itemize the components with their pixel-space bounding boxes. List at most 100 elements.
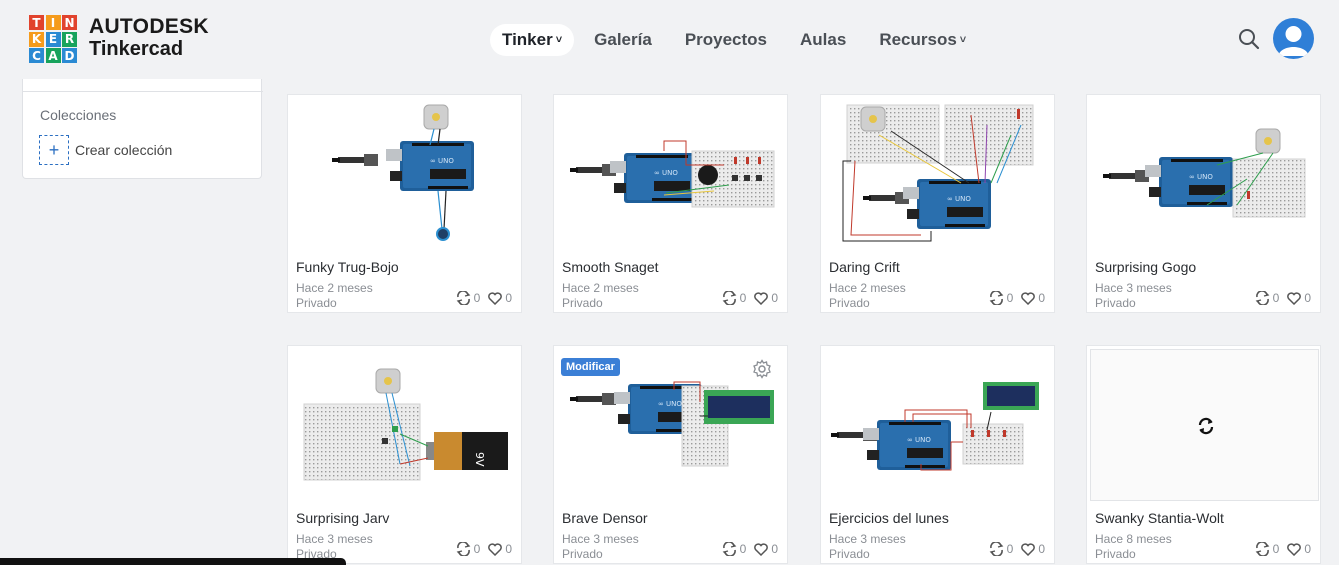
design-card[interactable]: Funky Trug-Bojo Hace 2 meses Privado 0 0 [287, 94, 522, 313]
nav-aulas[interactable]: Aulas [788, 24, 858, 56]
remix-count[interactable]: 0 [989, 291, 1013, 305]
collections-heading: Colecciones [40, 107, 117, 123]
remix-count[interactable]: 0 [989, 542, 1013, 556]
user-avatar-icon[interactable] [1273, 18, 1314, 59]
tinkercad-logo[interactable]: TIN KER CAD [29, 15, 77, 63]
heart-icon [1021, 291, 1036, 305]
top-header: TIN KER CAD AUTODESK Tinkercad Tinker ˅ Gal… [0, 0, 1339, 79]
remix-count[interactable]: 0 [1255, 291, 1279, 305]
design-title[interactable]: Funky Trug-Bojo [296, 259, 399, 275]
brand-name[interactable]: AUTODESK Tinkercad [89, 15, 209, 61]
design-stats: 0 0 [989, 291, 1045, 305]
remix-icon [1255, 542, 1269, 556]
design-privacy: Privado [829, 547, 870, 561]
design-thumbnail[interactable] [554, 95, 787, 253]
design-title[interactable]: Surprising Jarv [296, 510, 389, 526]
design-date: Hace 3 meses [1095, 281, 1172, 295]
search-icon[interactable] [1238, 28, 1260, 50]
svg-text:9V: 9V [473, 452, 486, 467]
logo-letter: I [45, 15, 61, 30]
design-privacy: Privado [1095, 296, 1136, 310]
design-card[interactable]: Swanky Stantia-Wolt Hace 8 meses Privado… [1086, 345, 1321, 564]
collections-panel: Colecciones + Crear colección [22, 79, 263, 179]
logo-letter: R [62, 31, 77, 47]
modify-button[interactable]: Modificar [561, 358, 620, 376]
gear-icon[interactable] [752, 359, 772, 384]
remix-icon [722, 291, 736, 305]
remix-count[interactable]: 0 [722, 291, 746, 305]
design-title[interactable]: Daring Crift [829, 259, 900, 275]
heart-icon [1021, 542, 1036, 556]
like-count[interactable]: 0 [1287, 291, 1311, 305]
design-privacy: Privado [562, 547, 603, 561]
design-stats: 0 0 [1255, 542, 1311, 556]
main-nav: Tinker ˅ Galería Proyectos Aulas Recursos… [490, 24, 978, 56]
remix-icon [989, 291, 1003, 305]
browser-status-bar [0, 558, 346, 565]
design-date: Hace 8 meses [1095, 532, 1172, 546]
design-card[interactable]: Modificar Brave Densor Hace 3 meses Priv… [553, 345, 788, 564]
remix-icon [1255, 291, 1269, 305]
logo-letter: E [45, 31, 61, 47]
like-count[interactable]: 0 [488, 291, 512, 305]
create-collection-button[interactable]: + Crear colección [39, 135, 172, 165]
brand-autodesk: AUTODESK [89, 15, 209, 38]
design-card[interactable]: 9V Surprising Jarv Hace 3 meses Privado … [287, 345, 522, 564]
logo-letter: K [29, 31, 44, 47]
design-card[interactable]: Surprising Gogo Hace 3 meses Privado 0 0 [1086, 94, 1321, 313]
remix-icon [722, 542, 736, 556]
design-date: Hace 2 meses [562, 281, 639, 295]
design-card[interactable]: Daring Crift Hace 2 meses Privado 0 0 [820, 94, 1055, 313]
design-date: Hace 2 meses [296, 281, 373, 295]
design-title[interactable]: Surprising Gogo [1095, 259, 1196, 275]
heart-icon [488, 542, 503, 556]
heart-icon [1287, 542, 1302, 556]
design-title[interactable]: Swanky Stantia-Wolt [1095, 510, 1224, 526]
design-stats: 0 0 [722, 542, 778, 556]
design-thumbnail-loading[interactable] [1090, 349, 1319, 501]
logo-letter: A [45, 48, 61, 63]
logo-letter: D [62, 48, 77, 63]
design-privacy: Privado [562, 296, 603, 310]
divider [23, 91, 263, 92]
create-collection-label: Crear colección [75, 142, 173, 158]
like-count[interactable]: 0 [754, 542, 778, 556]
logo-letter: N [62, 15, 77, 30]
design-thumbnail[interactable] [821, 95, 1054, 253]
heart-icon [488, 291, 503, 305]
design-thumbnail[interactable] [821, 346, 1054, 504]
like-count[interactable]: 0 [754, 291, 778, 305]
heart-icon [754, 291, 769, 305]
design-title[interactable]: Ejercicios del lunes [829, 510, 949, 526]
design-thumbnail[interactable] [1087, 95, 1320, 253]
remix-icon [456, 291, 470, 305]
like-count[interactable]: 0 [1021, 291, 1045, 305]
design-date: Hace 2 meses [829, 281, 906, 295]
design-privacy: Privado [296, 296, 337, 310]
like-count[interactable]: 0 [1021, 542, 1045, 556]
design-stats: 0 0 [989, 542, 1045, 556]
like-count[interactable]: 0 [488, 542, 512, 556]
chevron-down-icon: ˅ [959, 34, 967, 46]
brand-tinkercad: Tinkercad [89, 38, 184, 60]
remix-count[interactable]: 0 [1255, 542, 1279, 556]
remix-icon [456, 542, 470, 556]
nav-galeria[interactable]: Galería [582, 24, 664, 56]
remix-count[interactable]: 0 [722, 542, 746, 556]
remix-count[interactable]: 0 [456, 291, 480, 305]
remix-count[interactable]: 0 [456, 542, 480, 556]
design-thumbnail[interactable]: 9V [288, 346, 521, 504]
logo-letter: C [29, 48, 44, 63]
design-card[interactable]: Smooth Snaget Hace 2 meses Privado 0 0 [553, 94, 788, 313]
refresh-icon [1197, 417, 1215, 440]
like-count[interactable]: 0 [1287, 542, 1311, 556]
design-card[interactable]: Ejercicios del lunes Hace 3 meses Privad… [820, 345, 1055, 564]
design-title[interactable]: Brave Densor [562, 510, 648, 526]
nav-recursos[interactable]: Recursos ˅ [867, 24, 978, 56]
remix-icon [989, 542, 1003, 556]
nav-tinker[interactable]: Tinker ˅ [490, 24, 575, 56]
design-title[interactable]: Smooth Snaget [562, 259, 659, 275]
nav-proyectos[interactable]: Proyectos [673, 24, 779, 56]
design-thumbnail[interactable] [288, 95, 521, 253]
plus-icon: + [39, 135, 69, 165]
